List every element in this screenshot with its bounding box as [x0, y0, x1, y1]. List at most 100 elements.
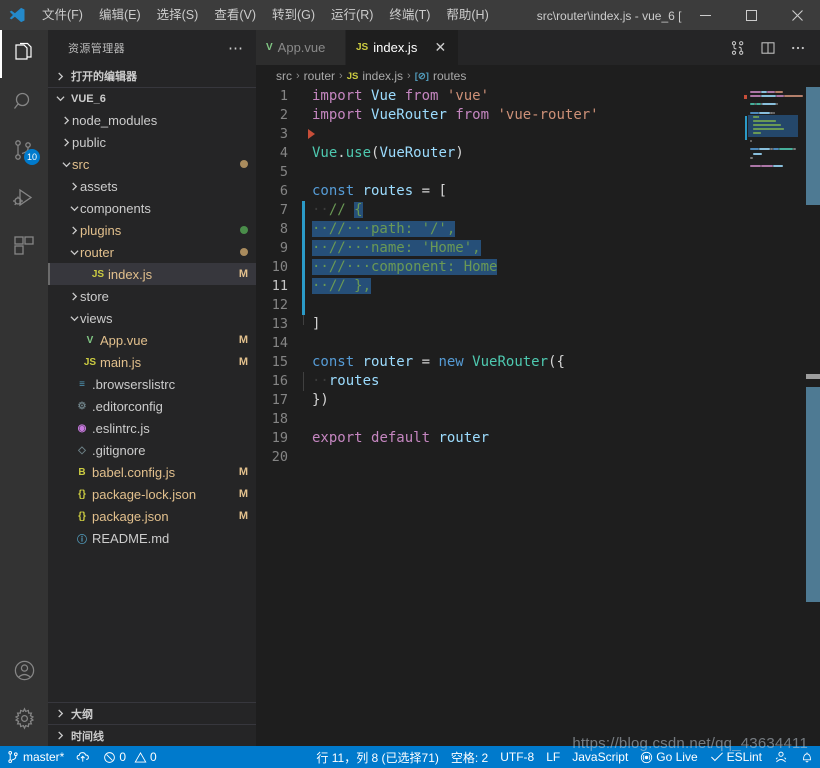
editor-scrollbar[interactable]	[806, 87, 820, 746]
code-text[interactable]: const router = new VueRouter({	[302, 353, 744, 372]
code-text[interactable]: ··//···component: Home	[302, 258, 744, 277]
menu-run[interactable]: 运行(R)	[323, 0, 381, 30]
source-control-compare-icon[interactable]	[724, 30, 752, 65]
extensions-icon[interactable]	[0, 222, 48, 270]
tree-folder-plugins[interactable]: plugins	[48, 219, 256, 241]
status-problems[interactable]: 0 0	[97, 746, 162, 768]
tree-file-.eslintrc.js[interactable]: ◉ .eslintrc.js	[48, 417, 256, 439]
section-project-root[interactable]: VUE_6	[48, 87, 256, 109]
menu-edit[interactable]: 编辑(E)	[91, 0, 149, 30]
more-actions-icon[interactable]	[784, 30, 812, 65]
tree-folder-src[interactable]: src	[48, 153, 256, 175]
tree-file-index.js[interactable]: JS index.js M	[48, 263, 256, 285]
tree-file-package-lock.json[interactable]: {} package-lock.json M	[48, 483, 256, 505]
minimize-button[interactable]	[682, 0, 728, 30]
settings-gear-icon[interactable]	[0, 694, 48, 742]
code-lines[interactable]: 1 import Vue from 'vue' 2 import VueRouter …	[256, 87, 744, 467]
code-text[interactable]: ··// },	[302, 277, 744, 296]
code-text[interactable]: ··//···path: '/',	[302, 220, 744, 239]
tree-file-package.json[interactable]: {} package.json M	[48, 505, 256, 527]
menu-view[interactable]: 查看(V)	[206, 0, 264, 30]
code-text[interactable]: ··routes	[302, 372, 744, 391]
source-control-icon[interactable]: 10	[0, 126, 48, 174]
scrollbar-thumb[interactable]	[806, 87, 820, 205]
code-text[interactable]: import VueRouter from 'vue-router'	[302, 106, 744, 125]
code-line[interactable]: 2 import VueRouter from 'vue-router'	[256, 106, 744, 125]
code-text[interactable]: ]	[302, 315, 744, 334]
code-line[interactable]: 7 ··// {	[256, 201, 744, 220]
tree-file-main.js[interactable]: JS main.js M	[48, 351, 256, 373]
code-text[interactable]: ··// {	[302, 201, 744, 220]
status-indentation[interactable]: 空格: 2	[445, 746, 494, 768]
code-editor[interactable]: 1 import Vue from 'vue' 2 import VueRouter …	[256, 87, 820, 746]
status-eslint[interactable]: ESLint	[704, 746, 768, 768]
run-debug-icon[interactable]	[0, 174, 48, 222]
tree-file-.gitignore[interactable]: ◇ .gitignore	[48, 439, 256, 461]
tree-folder-assets[interactable]: assets	[48, 175, 256, 197]
tree-file-App.vue[interactable]: V App.vue M	[48, 329, 256, 351]
breadcrumb-item-router[interactable]: router	[304, 69, 335, 83]
status-cursor-position[interactable]: 行 11，列 8 (已选择71)	[310, 746, 444, 768]
code-line[interactable]: 9 ··//···name: 'Home',	[256, 239, 744, 258]
code-line[interactable]: 3	[256, 125, 744, 144]
tree-folder-public[interactable]: public	[48, 131, 256, 153]
code-line[interactable]: 8 ··//···path: '/',	[256, 220, 744, 239]
editor-tab-App.vue[interactable]: V App.vue	[256, 30, 346, 65]
code-line[interactable]: 15 const router = new VueRouter({	[256, 353, 744, 372]
code-text[interactable]: })	[302, 391, 744, 410]
tree-folder-router[interactable]: router	[48, 241, 256, 263]
menubar[interactable]: 文件(F) 编辑(E) 选择(S) 查看(V) 转到(G) 运行(R) 终端(T…	[34, 0, 497, 30]
code-line[interactable]: 11 ··// },	[256, 277, 744, 296]
tree-file-.editorconfig[interactable]: ⚙ .editorconfig	[48, 395, 256, 417]
account-icon[interactable]	[0, 646, 48, 694]
code-line[interactable]: 13]	[256, 315, 744, 334]
tree-folder-node_modules[interactable]: node_modules	[48, 109, 256, 131]
status-language-mode[interactable]: JavaScript	[566, 746, 634, 768]
tree-file-babel.config.js[interactable]: Bbabel.config.js M	[48, 461, 256, 483]
section-open-editors[interactable]: 打开的编辑器	[48, 65, 256, 87]
editor-tab-index.js[interactable]: JS index.js ✕	[346, 30, 460, 65]
menu-file[interactable]: 文件(F)	[34, 0, 91, 30]
menu-terminal[interactable]: 终端(T)	[381, 0, 438, 30]
code-line[interactable]: 20	[256, 448, 744, 467]
tree-folder-components[interactable]: components	[48, 197, 256, 219]
tree-file-README.md[interactable]: ⓘ README.md	[48, 527, 256, 549]
breadcrumb[interactable]: src › router › JS index.js › [⊘] routes	[256, 65, 820, 87]
status-go-live[interactable]: Go Live	[634, 746, 703, 768]
close-button[interactable]	[774, 0, 820, 30]
tree-folder-store[interactable]: store	[48, 285, 256, 307]
code-line[interactable]: 10 ··//···component: Home	[256, 258, 744, 277]
breadcrumb-item-src[interactable]: src	[276, 69, 292, 83]
tab-close-icon[interactable]: ✕	[432, 39, 448, 56]
status-branch[interactable]: master*	[0, 746, 70, 768]
code-line[interactable]: 14	[256, 334, 744, 353]
sidebar-more-actions-icon[interactable]: ⋯	[228, 39, 248, 57]
search-icon[interactable]	[0, 78, 48, 126]
menu-go[interactable]: 转到(G)	[264, 0, 323, 30]
breadcrumb-item-routes[interactable]: [⊘] routes	[415, 69, 467, 83]
code-line[interactable]: 4 Vue.use(VueRouter)	[256, 144, 744, 163]
menu-selection[interactable]: 选择(S)	[149, 0, 207, 30]
section-outline[interactable]: 大纲	[48, 702, 256, 724]
code-text[interactable]: ··//···name: 'Home',	[302, 239, 744, 258]
status-encoding[interactable]: UTF-8	[494, 746, 540, 768]
code-text[interactable]: export default router	[302, 429, 744, 448]
code-line[interactable]: 5	[256, 163, 744, 182]
status-sync-icon[interactable]	[70, 746, 97, 768]
section-timeline[interactable]: 时间线	[48, 724, 256, 746]
explorer-icon[interactable]	[0, 30, 48, 78]
code-line[interactable]: 12	[256, 296, 744, 325]
code-viewport[interactable]: 1 import Vue from 'vue' 2 import VueRouter …	[256, 87, 744, 746]
status-eol[interactable]: LF	[540, 746, 566, 768]
code-line[interactable]: 1 import Vue from 'vue'	[256, 87, 744, 106]
code-line[interactable]: 17})	[256, 391, 744, 410]
window-controls[interactable]	[682, 0, 820, 30]
code-line[interactable]: 16 ··routes	[256, 372, 744, 391]
code-text[interactable]: const routes = [	[302, 182, 744, 201]
split-editor-icon[interactable]	[754, 30, 782, 65]
tree-folder-views[interactable]: views	[48, 307, 256, 329]
status-bell-icon[interactable]	[794, 746, 820, 768]
debug-arrow-icon[interactable]	[308, 129, 315, 139]
code-line[interactable]: 19 export default router	[256, 429, 744, 448]
code-text[interactable]: Vue.use(VueRouter)	[302, 144, 744, 163]
